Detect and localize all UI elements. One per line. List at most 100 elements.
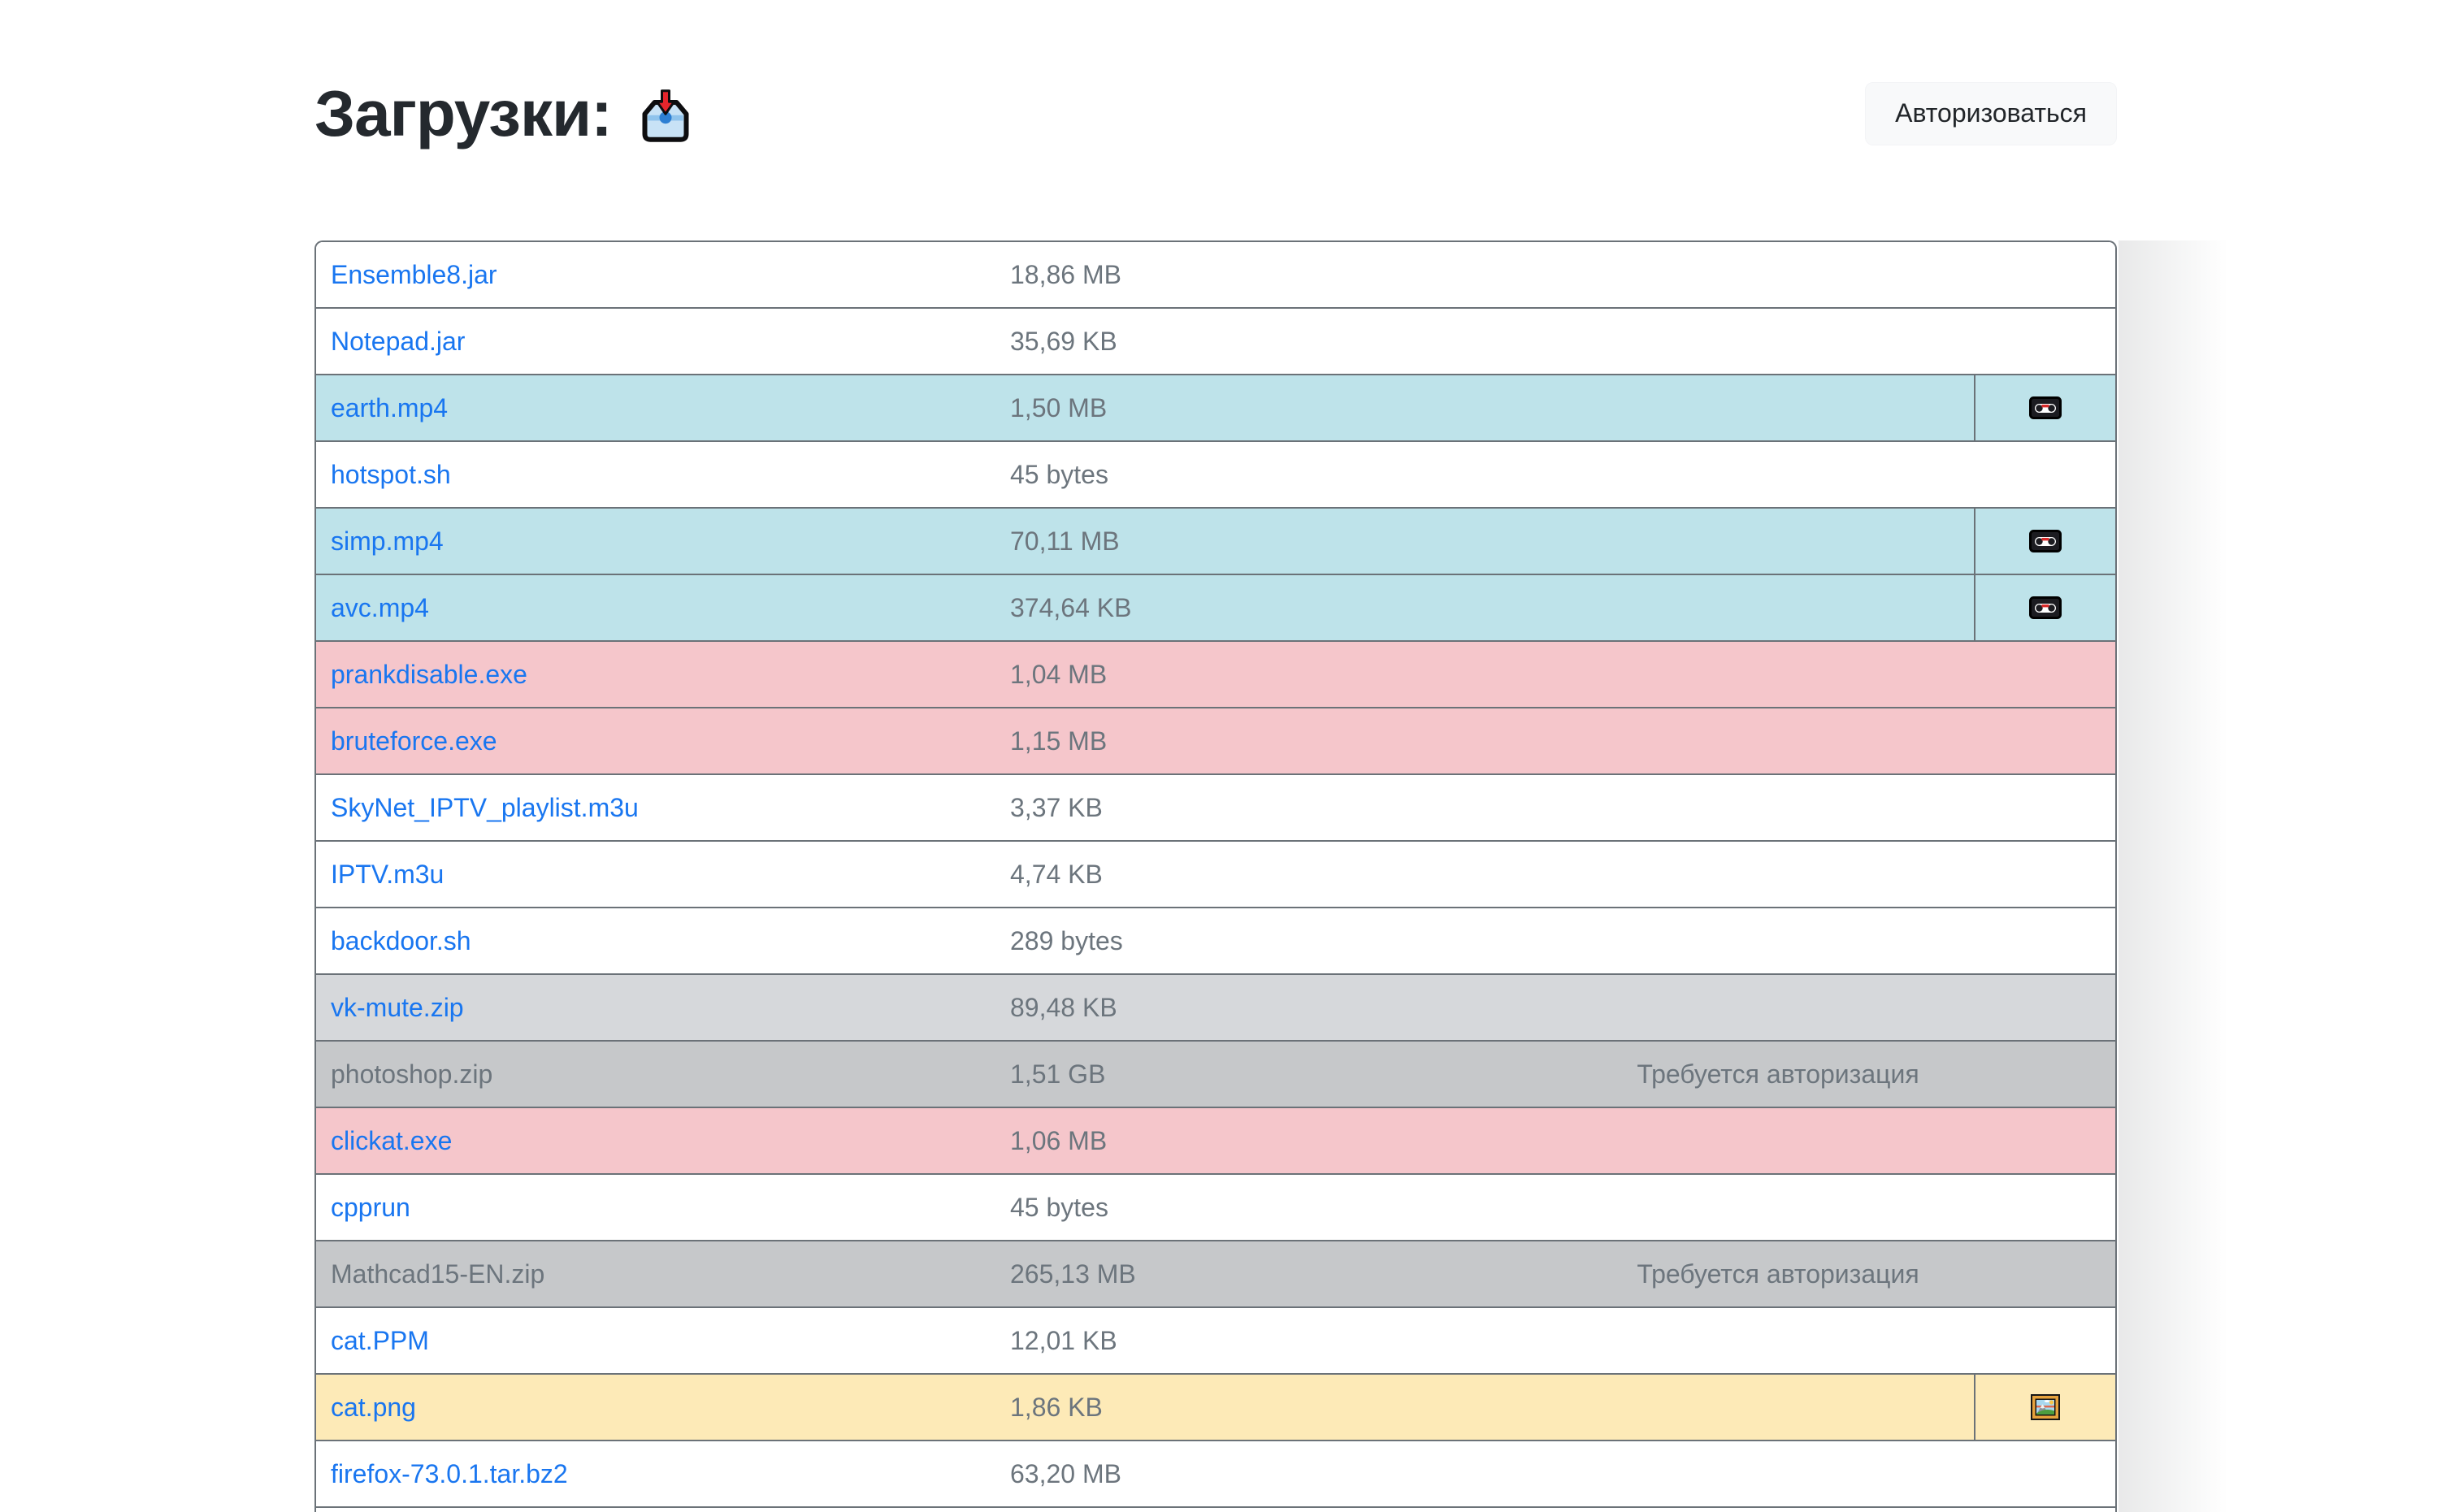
topbar: Загрузки: Авторизоваться: [314, 71, 2117, 156]
file-link[interactable]: prankdisable.exe: [331, 660, 527, 690]
table-rows: Ensemble8.jar 18,86 MB Notepad.jar 35,69 KB…: [316, 242, 2115, 1508]
file-name: photoshop.zip: [331, 1059, 492, 1090]
preview-cell: [1974, 1375, 2115, 1440]
file-size: 1,86 KB: [1010, 1375, 1441, 1440]
file-link[interactable]: earth.mp4: [331, 393, 448, 423]
table-row: SkyNet_IPTV_playlist.m3u 3,37 KB: [316, 775, 2115, 842]
auth-cell-empty: [1441, 1375, 1974, 1440]
file-link[interactable]: hotspot.sh: [331, 460, 451, 490]
file-name-cell: avc.mp4: [316, 575, 1010, 640]
auth-cell-empty: [1441, 575, 1974, 640]
table-row: hotspot.sh45 bytes: [316, 442, 2115, 509]
page-title-text: Загрузки:: [314, 81, 612, 146]
table-row: vk-mute.zip 89,48 KB: [316, 975, 2115, 1042]
table-row: bruteforce.exe 1,15 MB: [316, 708, 2115, 775]
file-link[interactable]: cat.png: [331, 1393, 416, 1423]
file-name-cell: hotspot.sh: [316, 442, 1010, 507]
file-size: 289 bytes: [1010, 908, 1441, 973]
table-row: avc.mp4 374,64 KB: [316, 575, 2115, 642]
table-row: simp.mp470,11 MB: [316, 509, 2115, 575]
file-link[interactable]: firefox-73.0.1.tar.bz2: [331, 1459, 568, 1489]
file-size: 18,86 MB: [1010, 242, 1441, 307]
file-name-cell: cat.PPM: [316, 1308, 1010, 1373]
file-size: 3,37 KB: [1010, 775, 1441, 840]
auth-cell-empty: [1441, 708, 2115, 773]
videocassette-icon[interactable]: [2029, 396, 2062, 419]
table-row: firefox-73.0.1.tar.bz2 63,20 MB: [316, 1441, 2115, 1508]
auth-cell-empty: [1441, 375, 1974, 440]
auth-cell-empty: [1441, 975, 2115, 1040]
file-link[interactable]: bruteforce.exe: [331, 726, 497, 756]
file-name-cell: backdoor.sh: [316, 908, 1010, 973]
file-size: 1,15 MB: [1010, 708, 1441, 773]
file-link[interactable]: vk-mute.zip: [331, 993, 464, 1023]
file-name-cell: photoshop.zip: [316, 1042, 1010, 1107]
file-size: 35,69 KB: [1010, 309, 1441, 374]
file-name-cell: prankdisable.exe: [316, 642, 1010, 707]
auth-cell-empty: [1441, 442, 2115, 507]
preview-cell: [1974, 375, 2115, 440]
file-name-cell: SkyNet_IPTV_playlist.m3u: [316, 775, 1010, 840]
file-size: 1,50 MB: [1010, 375, 1441, 440]
auth-cell-empty: [1441, 242, 2115, 307]
table-row: Mathcad15-EN.zip 265,13 MBТребуется автор…: [316, 1241, 2115, 1308]
preview-cell: [1974, 509, 2115, 574]
file-name-cell: Mathcad15-EN.zip: [316, 1241, 1010, 1306]
auth-cell-empty: [1441, 1175, 2115, 1240]
file-link[interactable]: Ensemble8.jar: [331, 260, 497, 290]
auth-cell-empty: [1441, 509, 1974, 574]
file-size: 4,74 KB: [1010, 842, 1441, 907]
file-link[interactable]: simp.mp4: [331, 526, 444, 557]
preview-cell: [1974, 575, 2115, 640]
table-row-partial: [316, 1508, 2115, 1512]
file-name-cell: IPTV.m3u: [316, 842, 1010, 907]
table-right-shadow: [2119, 240, 2228, 1512]
file-link[interactable]: clickat.exe: [331, 1126, 452, 1156]
file-size: 1,51 GB: [1010, 1042, 1441, 1107]
videocassette-icon[interactable]: [2029, 530, 2062, 552]
auth-cell-empty: [1441, 1308, 2115, 1373]
file-name-cell: Ensemble8.jar: [316, 242, 1010, 307]
auth-cell-empty: [1441, 842, 2115, 907]
file-link[interactable]: cpprun: [331, 1193, 410, 1223]
file-name-cell: bruteforce.exe: [316, 708, 1010, 773]
file-size: 1,04 MB: [1010, 642, 1441, 707]
downloads-page: Загрузки: Авторизоваться Ensemble8.jar 18…: [0, 0, 2446, 1512]
table-row: clickat.exe1,06 MB: [316, 1108, 2115, 1175]
file-name-cell: cpprun: [316, 1175, 1010, 1240]
table-row: IPTV.m3u 4,74 KB: [316, 842, 2115, 908]
file-link[interactable]: backdoor.sh: [331, 926, 471, 956]
file-link[interactable]: SkyNet_IPTV_playlist.m3u: [331, 793, 639, 823]
auth-cell-empty: [1441, 642, 2115, 707]
file-name-cell: vk-mute.zip: [316, 975, 1010, 1040]
file-size: 12,01 KB: [1010, 1308, 1441, 1373]
file-size: 45 bytes: [1010, 1175, 1441, 1240]
table-row: Ensemble8.jar 18,86 MB: [316, 242, 2115, 309]
table-row: backdoor.sh 289 bytes: [316, 908, 2115, 975]
file-link[interactable]: avc.mp4: [331, 593, 429, 623]
auth-cell-empty: [1441, 1108, 2115, 1173]
file-link[interactable]: cat.PPM: [331, 1326, 429, 1356]
file-size: 265,13 MB: [1010, 1241, 1441, 1306]
file-name: Mathcad15-EN.zip: [331, 1259, 544, 1289]
auth-required-label: Требуется авторизация: [1441, 1042, 2115, 1107]
file-name-cell: firefox-73.0.1.tar.bz2: [316, 1441, 1010, 1506]
downloads-table: Ensemble8.jar 18,86 MB Notepad.jar 35,69 KB…: [314, 240, 2117, 1512]
authorize-button[interactable]: Авторизоваться: [1865, 82, 2117, 145]
auth-cell-empty: [1441, 775, 2115, 840]
auth-cell-empty: [1441, 309, 2115, 374]
file-name-cell: Notepad.jar: [316, 309, 1010, 374]
auth-required-label: Требуется авторизация: [1441, 1241, 2115, 1306]
table-row: cat.PPM 12,01 KB: [316, 1308, 2115, 1375]
table-row: Notepad.jar 35,69 KB: [316, 309, 2115, 375]
file-link[interactable]: IPTV.m3u: [331, 860, 444, 890]
file-size: 374,64 KB: [1010, 575, 1441, 640]
table-row: earth.mp4 1,50 MB: [316, 375, 2115, 442]
table-row: cpprun 45 bytes: [316, 1175, 2115, 1241]
file-link[interactable]: Notepad.jar: [331, 327, 465, 357]
file-size: 63,20 MB: [1010, 1441, 1441, 1506]
videocassette-icon[interactable]: [2029, 596, 2062, 619]
file-name-cell: clickat.exe: [316, 1108, 1010, 1173]
file-size: 89,48 KB: [1010, 975, 1441, 1040]
framed-picture-icon[interactable]: [2030, 1393, 2061, 1421]
